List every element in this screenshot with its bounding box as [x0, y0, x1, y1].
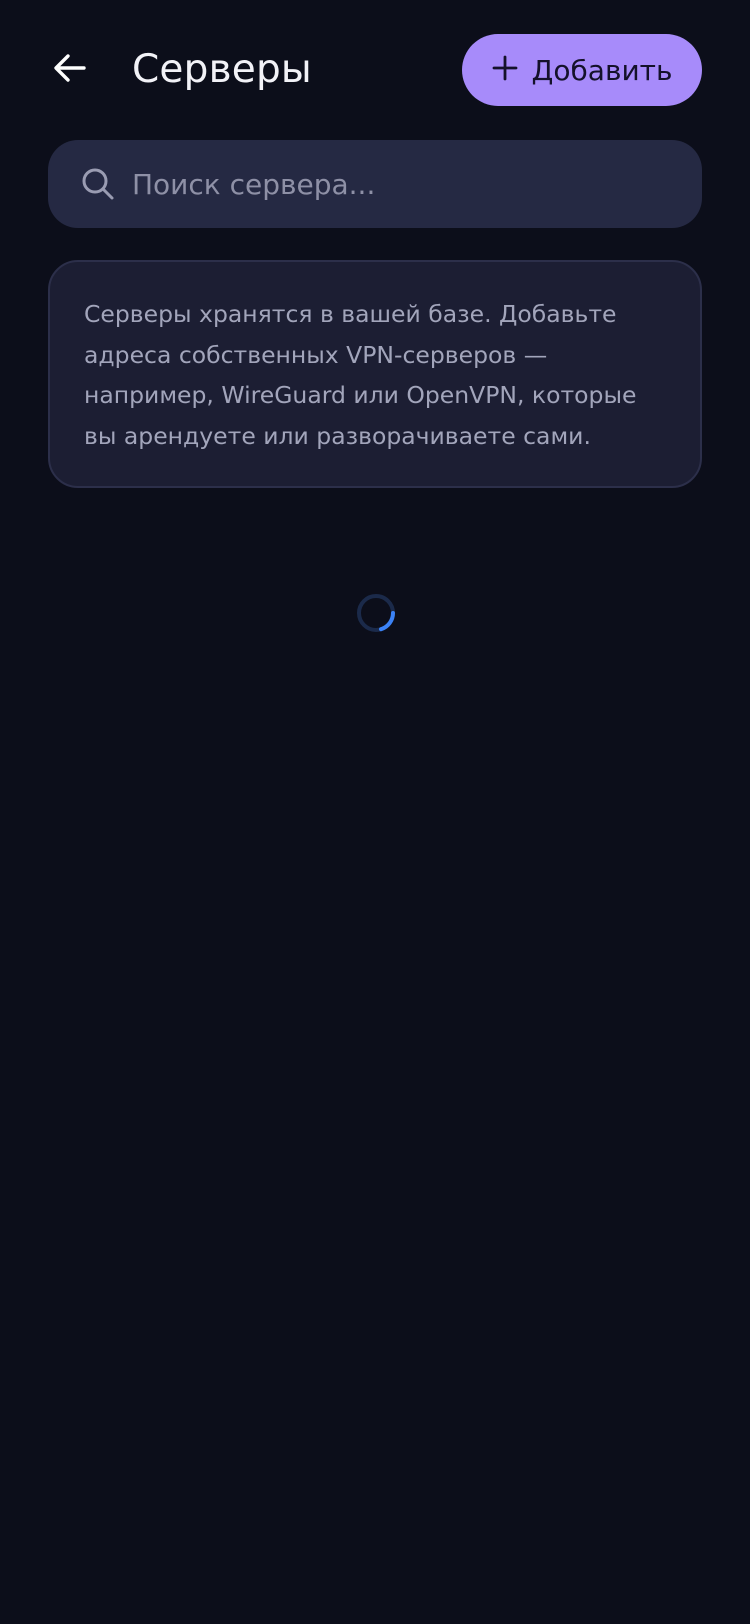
loading-spinner-icon [355, 592, 397, 634]
info-text: Серверы хранятся в вашей базе. Добавьте … [84, 300, 637, 450]
add-server-button[interactable]: Добавить [462, 34, 702, 106]
search-field[interactable] [48, 140, 702, 228]
info-card: Серверы хранятся в вашей базе. Добавьте … [48, 260, 702, 488]
search-input[interactable] [132, 154, 702, 214]
header-bar: Серверы Добавить [0, 34, 750, 106]
arrow-left-icon [50, 48, 90, 92]
plus-icon [492, 55, 518, 85]
back-button[interactable] [46, 44, 94, 96]
page-title: Серверы [132, 47, 312, 92]
search-icon [80, 166, 116, 202]
servers-screen: Серверы Добавить Серверы хранятся в ваше… [0, 0, 750, 1624]
add-button-label: Добавить [531, 53, 673, 87]
